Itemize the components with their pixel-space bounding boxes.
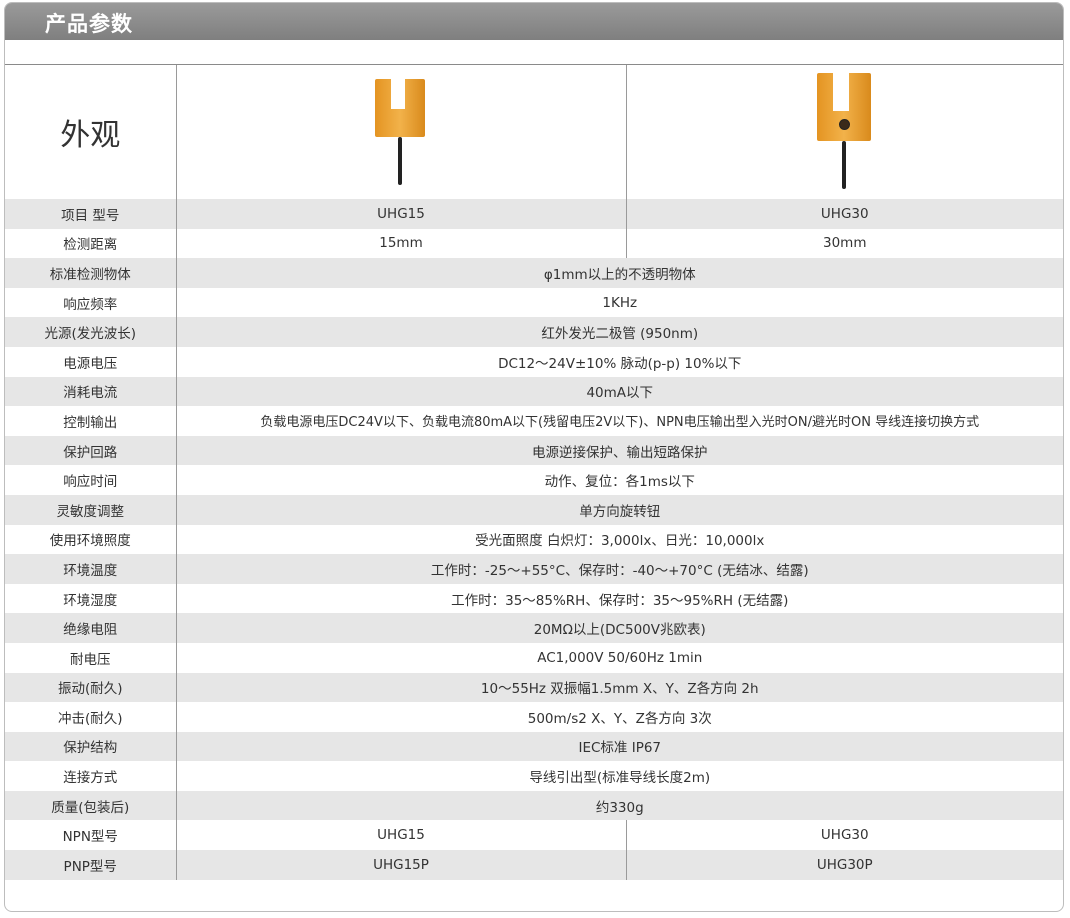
table-row: 控制输出 负载电源电压DC24V以下、负载电流80mA以下(残留电压2V以下)、… xyxy=(5,406,1063,436)
spec-panel: 产品参数 外观 项目 型号 UHG15 UHG30 检测距离 15mm 30mm… xyxy=(4,2,1064,912)
cell-value: UHG30 xyxy=(625,199,1063,229)
cell-value: 负载电源电压DC24V以下、负载电流80mA以下(残留电压2V以下)、NPN电压… xyxy=(175,406,1063,436)
table-row: 环境湿度 工作时：35～85%RH、保存时：35～95%RH (无结露) xyxy=(5,583,1063,614)
table-row: 质量(包装后) 约330g xyxy=(5,790,1063,821)
section-header: 产品参数 xyxy=(5,3,1063,40)
row-label: 响应时间 xyxy=(5,465,176,495)
row-label: 连接方式 xyxy=(5,761,176,791)
product-image-uhg30 xyxy=(625,65,1063,199)
cell-value: 工作时：35～85%RH、保存时：35～95%RH (无结露) xyxy=(175,583,1063,614)
row-label: 光源(发光波长) xyxy=(5,317,176,347)
table-row: 环境温度 工作时：-25～+55°C、保存时：-40～+70°C (无结冰、结露… xyxy=(5,554,1063,584)
cell-value: 1KHz xyxy=(175,287,1063,318)
cell-value: 导线引出型(标准导线长度2m) xyxy=(175,761,1063,791)
product-image-uhg15 xyxy=(175,65,626,199)
spec-table: 外观 项目 型号 UHG15 UHG30 检测距离 15mm 30mm 标准检测… xyxy=(5,65,1063,880)
sensor-cable xyxy=(398,137,402,185)
cell-value: UHG15 xyxy=(175,820,626,851)
cell-value: 20MΩ以上(DC500V兆欧表) xyxy=(175,613,1063,643)
row-label: 振动(耐久) xyxy=(5,672,176,703)
table-row: 项目 型号 UHG15 UHG30 xyxy=(5,199,1063,229)
sensor-slot xyxy=(832,73,849,111)
table-row: 连接方式 导线引出型(标准导线长度2m) xyxy=(5,761,1063,791)
cell-value: 约330g xyxy=(175,790,1063,821)
row-label: 标准检测物体 xyxy=(5,258,176,288)
row-label: NPN型号 xyxy=(5,820,176,851)
row-label: 环境温度 xyxy=(5,554,176,584)
row-label: 灵敏度调整 xyxy=(5,494,176,525)
row-label: 检测距离 xyxy=(5,228,176,259)
cell-value: 红外发光二极管 (950nm) xyxy=(175,317,1063,347)
cell-value: 500m/s2 X、Y、Z各方向 3次 xyxy=(175,702,1063,732)
appearance-row: 外观 xyxy=(5,65,1063,199)
row-label: 电源电压 xyxy=(5,346,176,377)
cell-value: 10～55Hz 双振幅1.5mm X、Y、Z各方向 2h xyxy=(175,672,1063,703)
appearance-label: 外观 xyxy=(60,118,121,153)
row-label: 响应频率 xyxy=(5,287,176,318)
table-row: 保护回路 电源逆接保护、输出短路保护 xyxy=(5,435,1063,466)
row-label: 控制输出 xyxy=(5,406,176,436)
cell-value: AC1,000V 50/60Hz 1min xyxy=(175,642,1063,673)
table-row: 消耗电流 40mA以下 xyxy=(5,376,1063,407)
cell-value: 30mm xyxy=(625,228,1063,259)
cell-value: 受光面照度 白炽灯：3,000lx、日光：10,000lx xyxy=(175,524,1063,555)
cell-value: 电源逆接保护、输出短路保护 xyxy=(175,435,1063,466)
indicator-icon xyxy=(838,119,850,130)
cell-value: 40mA以下 xyxy=(175,376,1063,407)
row-label: 项目 型号 xyxy=(5,199,176,229)
row-label: PNP型号 xyxy=(5,850,176,880)
cell-value: IEC标准 IP67 xyxy=(175,731,1063,762)
table-row: 响应频率 1KHz xyxy=(5,287,1063,318)
table-row: 检测距离 15mm 30mm xyxy=(5,228,1063,259)
cell-value: UHG15P xyxy=(175,850,626,880)
table-row: 振动(耐久) 10～55Hz 双振幅1.5mm X、Y、Z各方向 2h xyxy=(5,672,1063,703)
table-row: 光源(发光波长) 红外发光二极管 (950nm) xyxy=(5,317,1063,347)
row-label: 使用环境照度 xyxy=(5,524,176,555)
cell-value: 工作时：-25～+55°C、保存时：-40～+70°C (无结冰、结露) xyxy=(175,554,1063,584)
cell-value: φ1mm以上的不透明物体 xyxy=(175,258,1063,288)
table-row: 响应时间 动作、复位：各1ms以下 xyxy=(5,465,1063,495)
row-label: 耐电压 xyxy=(5,642,176,673)
row-label: 绝缘电阻 xyxy=(5,613,176,643)
cell-value: 15mm xyxy=(175,228,626,259)
table-row: 保护结构 IEC标准 IP67 xyxy=(5,731,1063,762)
cell-value: 动作、复位：各1ms以下 xyxy=(175,465,1063,495)
row-label: 消耗电流 xyxy=(5,376,176,407)
cell-value: UHG30P xyxy=(625,850,1063,880)
cell-value: UHG15 xyxy=(175,199,626,229)
table-row: NPN型号 UHG15 UHG30 xyxy=(5,820,1063,851)
row-label: 保护回路 xyxy=(5,435,176,466)
table-row: 绝缘电阻 20MΩ以上(DC500V兆欧表) xyxy=(5,613,1063,643)
row-label: 冲击(耐久) xyxy=(5,702,176,732)
sensor-cable xyxy=(841,141,846,189)
table-row: 耐电压 AC1,000V 50/60Hz 1min xyxy=(5,642,1063,673)
sensor-slot xyxy=(391,79,405,109)
cell-value: UHG30 xyxy=(625,820,1063,851)
cell-value: DC12～24V±10% 脉动(p-p) 10%以下 xyxy=(175,346,1063,377)
table-row: 标准检测物体 φ1mm以上的不透明物体 xyxy=(5,258,1063,288)
section-title: 产品参数 xyxy=(45,12,133,36)
table-row: PNP型号 UHG15P UHG30P xyxy=(5,850,1063,880)
table-row: 灵敏度调整 单方向旋转钮 xyxy=(5,494,1063,525)
cell-value: 单方向旋转钮 xyxy=(175,494,1063,525)
table-row: 冲击(耐久) 500m/s2 X、Y、Z各方向 3次 xyxy=(5,702,1063,732)
table-row: 使用环境照度 受光面照度 白炽灯：3,000lx、日光：10,000lx xyxy=(5,524,1063,555)
row-label: 保护结构 xyxy=(5,731,176,762)
table-row: 电源电压 DC12～24V±10% 脉动(p-p) 10%以下 xyxy=(5,346,1063,377)
row-label: 环境湿度 xyxy=(5,583,176,614)
row-label: 质量(包装后) xyxy=(5,790,176,821)
